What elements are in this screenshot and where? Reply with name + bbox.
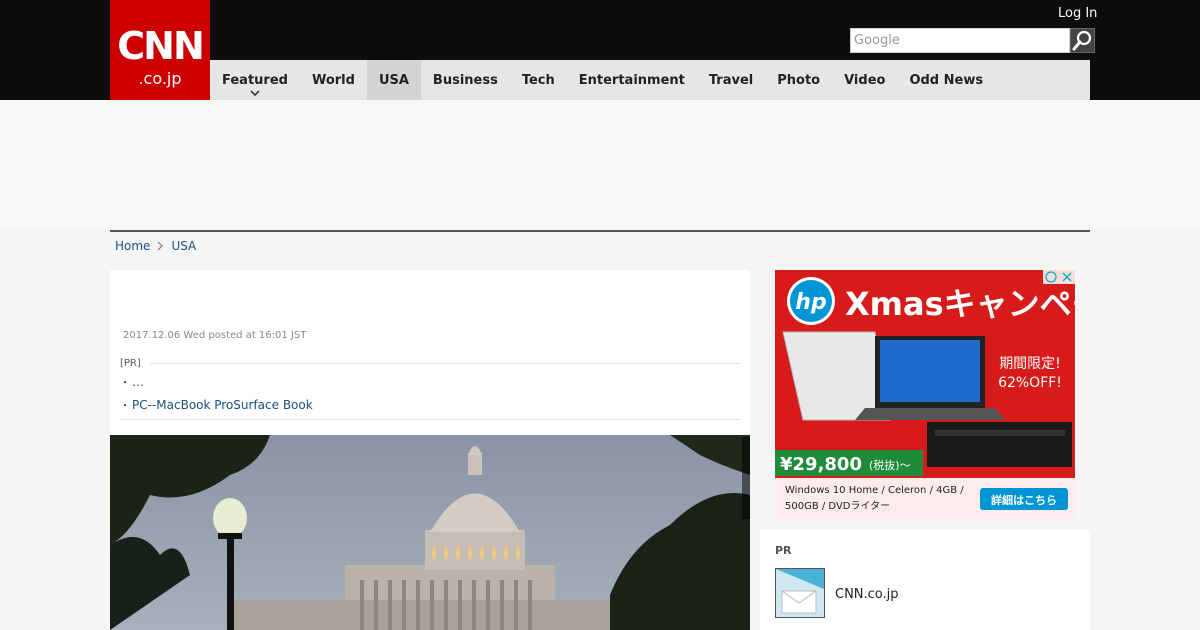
ad-brand: hp — [795, 290, 826, 315]
nav-item-video[interactable]: Video — [832, 60, 897, 100]
logo-main-text: CNN — [117, 24, 205, 68]
chevron-down-icon — [250, 90, 260, 96]
ad-discount: 62%OFF! — [998, 375, 1062, 391]
breadcrumb-home[interactable]: Home — [115, 239, 150, 253]
sidebar-pr-box: PR CNN.co.jp — [760, 530, 1090, 630]
chevron-right-icon — [158, 241, 164, 251]
pr-divider-top — [150, 363, 740, 364]
login-link[interactable]: Log In — [1058, 6, 1097, 21]
pr-bullet: ・ — [120, 401, 130, 412]
search-button[interactable] — [1070, 28, 1095, 53]
side-pr-link[interactable]: CNN.co.jp — [835, 587, 899, 602]
pr-link-row: ・ PC--MacBook ProSurface Book — [120, 397, 313, 413]
nav-item-label: Business — [432, 72, 498, 88]
search-icon — [1072, 30, 1092, 51]
pr-divider-bottom — [120, 419, 740, 420]
ad-limited: 期間限定! — [999, 356, 1061, 372]
nav-item-label: Travel — [708, 72, 754, 88]
article-hero-image — [110, 435, 750, 630]
side-pr-label: PR — [775, 544, 792, 557]
search-input[interactable] — [850, 28, 1070, 53]
pr-link[interactable]: PC--MacBook ProSurface Book — [132, 398, 313, 412]
nav-item-label: Video — [844, 72, 886, 88]
pr-label: [PR] — [120, 358, 141, 369]
ad-headline: Xmasキャンペーン — [845, 285, 1075, 323]
breadcrumb: Home USA — [115, 238, 196, 254]
pr-link-row: ・ … — [120, 374, 144, 390]
logo-sub-text: .co.jp — [138, 69, 182, 88]
cnn-logo[interactable]: CNN .co.jp — [110, 0, 210, 100]
ad-specs-line1: Windows 10 Home / Celeron / 4GB / — [785, 485, 964, 496]
nav-item-label: Tech — [521, 72, 555, 88]
nav-item-featured[interactable]: Featured — [210, 60, 300, 100]
ad-cta: 詳細はこちら — [991, 493, 1057, 507]
nav-item-label: Photo — [777, 72, 821, 88]
ad-tax-note: (税抜)～ — [869, 458, 911, 472]
capitol-building-photo — [110, 435, 750, 630]
pr-thumbnail[interactable] — [775, 568, 825, 618]
nav-item-label: Featured — [222, 72, 288, 88]
nav-item-world[interactable]: World — [300, 60, 367, 100]
breadcrumb-usa[interactable]: USA — [171, 239, 196, 253]
nav-item-odd-news[interactable]: Odd News — [897, 60, 995, 100]
nav-item-entertainment[interactable]: Entertainment — [567, 60, 697, 100]
nav-item-label: Entertainment — [578, 72, 685, 88]
envelope-icon — [776, 569, 824, 617]
nav-item-photo[interactable]: Photo — [765, 60, 832, 100]
nav-item-tech[interactable]: Tech — [510, 60, 567, 100]
nav-item-label: Odd News — [909, 72, 984, 88]
pr-bullet: ・ — [120, 378, 130, 389]
ad-price: ¥29,800 — [780, 454, 862, 475]
ad-specs-line2: 500GB / DVDライター — [785, 500, 890, 512]
pr-link[interactable]: … — [132, 375, 144, 389]
nav-item-label: USA — [378, 72, 409, 88]
nav-item-usa[interactable]: USA — [366, 60, 421, 100]
main-nav: Featured World USA Business Tech Enterta… — [210, 60, 1090, 100]
nav-item-label: World — [311, 72, 355, 88]
section-divider — [110, 230, 1090, 232]
top-ad-space — [0, 100, 1200, 230]
sidebar-ad-hp[interactable]: hp Xmasキャンペーン 期間限定! 62%OFF! ¥29,800 (税抜)… — [775, 270, 1075, 520]
posted-timestamp: 2017.12.06 Wed posted at 16:01 JST — [123, 330, 307, 341]
article-header-card: 2017.12.06 Wed posted at 16:01 JST [PR] … — [110, 270, 750, 435]
nav-item-travel[interactable]: Travel — [697, 60, 765, 100]
nav-item-business[interactable]: Business — [421, 60, 510, 100]
